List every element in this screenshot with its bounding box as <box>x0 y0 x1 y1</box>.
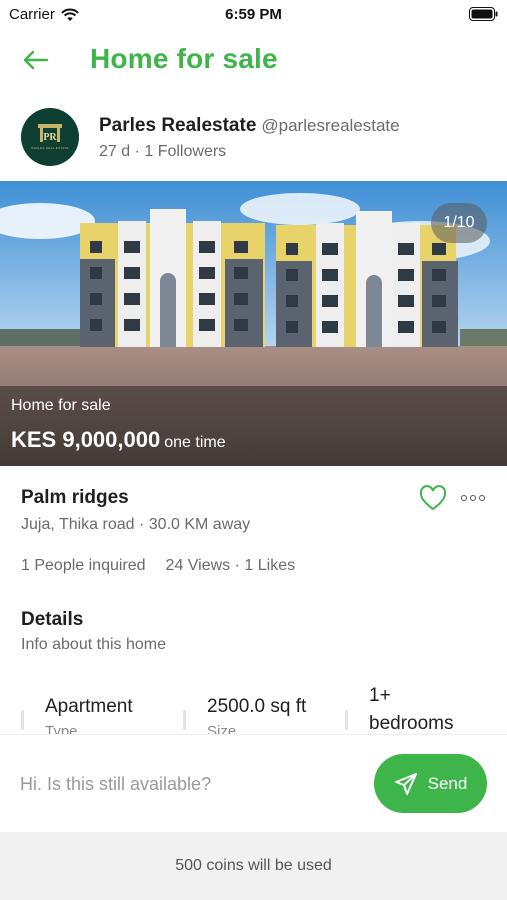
seller-avatar[interactable]: PR PARLES REAL ESTATE <box>21 108 79 166</box>
message-input[interactable] <box>20 771 350 797</box>
spec-size-label: Size <box>207 723 237 734</box>
spec-size: 2500.0 sq ft Size <box>183 678 343 734</box>
seller-name-row: Parles Realestate @parlesrealestate <box>99 115 400 137</box>
more-icon-dot <box>479 495 485 501</box>
seller-handle: @parlesrealestate <box>261 116 400 135</box>
hero-price-unit: one time <box>164 434 226 451</box>
spec-size-value: 2500.0 sq ft <box>207 696 307 717</box>
seller-meta: 27 d · 1 Followers <box>99 143 227 160</box>
hero-price-row: KES 9,000,000 one time <box>11 427 226 453</box>
listing-location: Juja, Thika road · 30.0 KM away <box>21 516 251 533</box>
seller-card[interactable]: PR PARLES REAL ESTATE Parles Realestate @… <box>0 106 507 170</box>
status-bar: Carrier 6:59 PM <box>0 0 507 30</box>
spec-divider <box>21 710 24 730</box>
spec-type: Apartment Type <box>21 678 181 734</box>
more-icon <box>461 495 467 501</box>
back-arrow-icon <box>23 50 48 70</box>
like-button[interactable] <box>418 484 448 512</box>
listing-stats: 1 People inquired 24 Views · 1 Likes <box>21 557 295 575</box>
hero-price: KES 9,000,000 <box>11 427 161 452</box>
header: Home for sale <box>0 36 507 84</box>
more-icon-dot <box>470 495 476 501</box>
seller-logo-tagline: PARLES REAL ESTATE <box>31 146 69 150</box>
seller-logo-text: PR <box>43 132 57 143</box>
status-time: 6:59 PM <box>225 6 282 23</box>
photo-counter: 1/10 <box>431 203 487 243</box>
listing-photo-carousel[interactable]: 1/10 Home for sale KES 9,000,000 one time <box>0 181 507 466</box>
spec-divider <box>345 710 348 730</box>
views-likes: 24 Views · 1 Likes <box>165 557 296 574</box>
send-button[interactable]: Send <box>374 754 487 813</box>
spec-bedrooms-value: 1+ bedrooms <box>369 685 454 734</box>
battery-icon <box>469 7 498 21</box>
coins-notice: 500 coins will be used <box>0 832 507 900</box>
seller-name[interactable]: Parles Realestate <box>99 115 256 136</box>
seller-logo: PR <box>38 124 62 143</box>
more-options-button[interactable] <box>458 488 488 508</box>
spec-bedrooms: 1+ bedrooms <box>345 678 505 734</box>
inquired-count: 1 People inquired <box>21 557 146 574</box>
listing-title: Palm ridges <box>21 487 129 508</box>
send-button-label: Send <box>427 773 468 793</box>
spec-row: Apartment Type 2500.0 sq ft Size 1+ bedr… <box>0 678 507 734</box>
back-button[interactable] <box>18 46 52 74</box>
heart-icon <box>419 485 447 511</box>
spec-type-label: Type <box>45 723 78 734</box>
spec-type-value: Apartment <box>45 696 133 717</box>
message-composer: Send <box>0 734 507 832</box>
send-icon <box>394 772 417 795</box>
hero-label: Home for sale <box>11 397 111 414</box>
details-subtitle: Info about this home <box>21 636 166 653</box>
details-heading: Details <box>21 609 84 630</box>
spec-divider <box>183 710 186 730</box>
page-title: Home for sale <box>90 43 278 74</box>
